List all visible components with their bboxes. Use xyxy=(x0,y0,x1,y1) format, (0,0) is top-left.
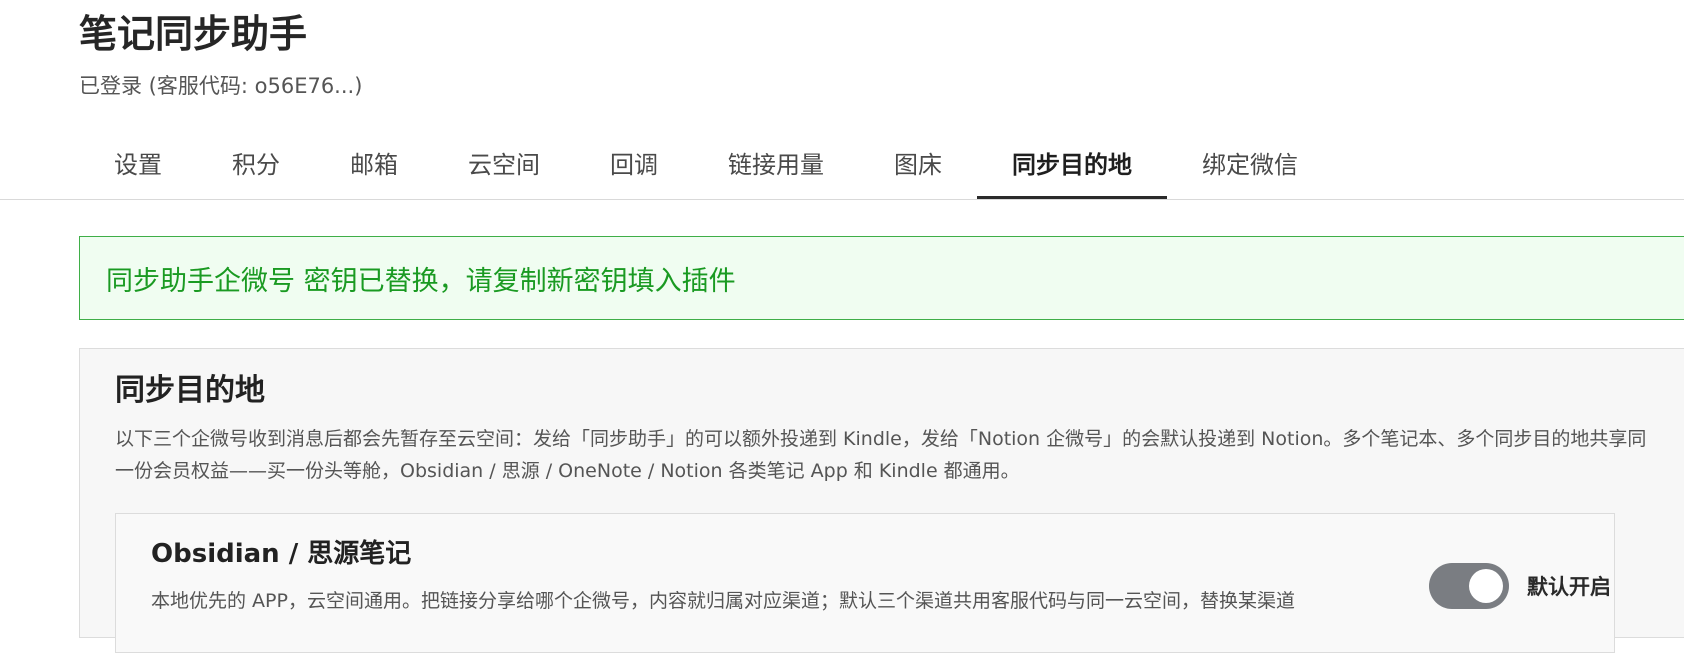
tab-settings[interactable]: 设置 xyxy=(79,138,197,200)
tab-bar: 设置 积分 邮箱 云空间 回调 链接用量 图床 同步目的地 绑定微信 xyxy=(79,138,1333,200)
default-enabled-toggle-group: 默认开启 xyxy=(1429,563,1611,609)
card-description: 本地优先的 APP，云空间通用。把链接分享给哪个企微号，内容就归属对应渠道；默认… xyxy=(151,590,1295,612)
tab-image-host[interactable]: 图床 xyxy=(859,138,977,200)
toggle-label: 默认开启 xyxy=(1527,575,1611,599)
tab-points[interactable]: 积分 xyxy=(197,138,315,200)
alert-message: 同步助手企微号 密钥已替换，请复制新密钥填入插件 xyxy=(106,265,736,297)
tab-link-usage[interactable]: 链接用量 xyxy=(693,138,859,200)
tab-callback[interactable]: 回调 xyxy=(575,138,693,200)
obsidian-siyuan-card: Obsidian / 思源笔记 本地优先的 APP，云空间通用。把链接分享给哪个… xyxy=(115,513,1615,653)
app-header: 笔记同步助手 已登录 (客服代码: o56E76...) xyxy=(79,8,362,100)
tabs-divider xyxy=(0,199,1684,200)
tab-mailbox[interactable]: 邮箱 xyxy=(315,138,433,200)
login-status: 已登录 (客服代码: o56E76...) xyxy=(79,74,363,98)
panel-title: 同步目的地 xyxy=(115,373,265,408)
app-title: 笔记同步助手 xyxy=(79,12,308,56)
sync-destination-panel: 同步目的地 以下三个企微号收到消息后都会先暂存至云空间：发给「同步助手」的可以额… xyxy=(79,348,1684,653)
toggle-knob xyxy=(1469,569,1503,603)
tab-bind-wechat[interactable]: 绑定微信 xyxy=(1167,138,1333,200)
default-enabled-toggle[interactable] xyxy=(1429,563,1509,609)
success-alert: 同步助手企微号 密钥已替换，请复制新密钥填入插件 xyxy=(79,236,1684,320)
tab-sync-destination[interactable]: 同步目的地 xyxy=(977,138,1167,200)
panel-description: 以下三个企微号收到消息后都会先暂存至云空间：发给「同步助手」的可以额外投递到 K… xyxy=(115,428,1647,482)
tab-cloud-space[interactable]: 云空间 xyxy=(433,138,575,200)
card-title: Obsidian / 思源笔记 xyxy=(151,539,412,569)
